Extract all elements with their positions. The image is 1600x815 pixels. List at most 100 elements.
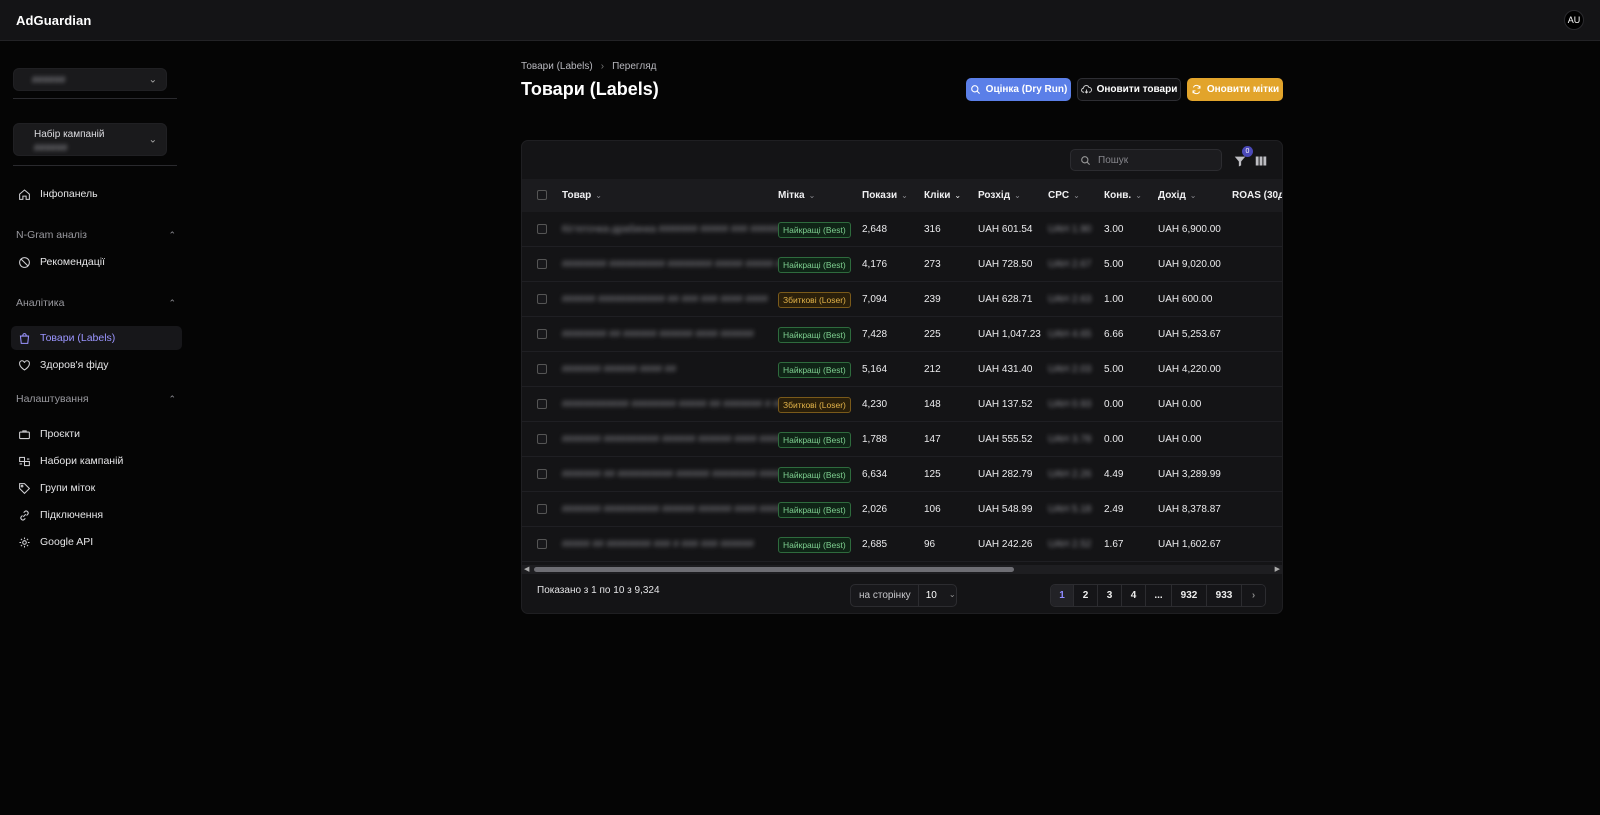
cpc-cell: UAH 5.18 — [1048, 504, 1092, 515]
product-name[interactable]: ####### ########## ###### ###### #### ##… — [562, 434, 787, 445]
column-clicks[interactable]: Кліки ⌄ — [924, 179, 961, 212]
table-row[interactable]: ####### ###### #### ## Найкращі (Best) 5… — [522, 352, 1282, 387]
cpc-cell: UAH 4.65 — [1048, 329, 1092, 340]
campaign-set-select[interactable]: Набір кампаній ###### ⌄ — [13, 123, 167, 156]
refresh-labels-label: Оновити мітки — [1206, 84, 1280, 95]
product-name[interactable]: Кігтеточка-драбинка ####### ##### ### ##… — [562, 224, 784, 235]
column-revenue[interactable]: Дохід ⌄ — [1158, 179, 1197, 212]
sidebar-item-campaign-sets[interactable]: Набори кампаній — [11, 449, 182, 473]
sidebar-item-label: Здоров'я фіду — [40, 359, 109, 371]
table-row[interactable]: ####### ########## ###### ###### #### ##… — [522, 422, 1282, 457]
row-checkbox[interactable] — [537, 294, 547, 304]
table-row[interactable]: ###### ############ ## ### ### #### ####… — [522, 282, 1282, 317]
column-label: Покази — [862, 190, 898, 201]
table-row[interactable]: Кігтеточка-драбинка ####### ##### ### ##… — [522, 212, 1282, 247]
column-roas[interactable]: ROAS (30д) — [1232, 179, 1282, 212]
page-button-1[interactable]: 1 — [1051, 585, 1074, 606]
section-title-analytics[interactable]: Аналітика ⌃ — [16, 297, 176, 309]
page-button-4[interactable]: 4 — [1122, 585, 1146, 606]
table-row[interactable]: ####### ########## ###### ###### #### ##… — [522, 492, 1282, 527]
row-checkbox[interactable] — [537, 504, 547, 514]
conversions-cell: 5.00 — [1104, 364, 1124, 375]
row-checkbox[interactable] — [537, 329, 547, 339]
clicks-cell: 316 — [924, 224, 941, 235]
table-row[interactable]: ####### ## ########## ###### ######## ##… — [522, 457, 1282, 492]
search-input[interactable] — [1098, 154, 1208, 166]
sidebar-item-products[interactable]: Товари (Labels) — [11, 326, 182, 350]
refresh-labels-button[interactable]: Оновити мітки — [1187, 78, 1283, 101]
row-checkbox[interactable] — [537, 539, 547, 549]
chevron-up-icon: ⌃ — [168, 393, 176, 404]
column-conversions[interactable]: Конв. ⌄ — [1104, 179, 1142, 212]
product-name[interactable]: ############ ######## ##### ## ####### #… — [562, 399, 784, 410]
section-title-settings[interactable]: Налаштування ⌃ — [16, 393, 176, 405]
sidebar-item-recommendations[interactable]: Рекомендації — [11, 250, 182, 274]
chevron-up-icon: ⌃ — [168, 229, 176, 240]
sidebar-item-connections[interactable]: Підключення — [11, 503, 182, 527]
column-spend[interactable]: Розхід ⌄ — [978, 179, 1021, 212]
row-checkbox[interactable] — [537, 224, 547, 234]
refresh-products-button[interactable]: Оновити товари — [1077, 78, 1181, 101]
table-row[interactable]: ######## ########## ######## ##### #####… — [522, 247, 1282, 282]
search-box[interactable] — [1070, 149, 1222, 171]
sidebar-item-label: Групи міток — [40, 482, 96, 494]
table-row[interactable]: ############ ######## ##### ## ####### #… — [522, 387, 1282, 422]
clicks-cell: 106 — [924, 504, 941, 515]
horizontal-scrollbar[interactable]: ◀ ▶ — [522, 565, 1282, 574]
row-checkbox[interactable] — [537, 469, 547, 479]
product-name[interactable]: ####### ## ########## ###### ######## ##… — [562, 469, 782, 480]
product-name[interactable]: ######## ## ###### ###### #### ###### — [562, 329, 754, 340]
product-name[interactable]: ######## ########## ######## ##### #####… — [562, 259, 793, 270]
columns-icon[interactable] — [1255, 155, 1267, 167]
product-name[interactable]: ##### ## ######## ### # ### ### ###### — [562, 539, 754, 550]
table-row[interactable]: ##### ## ######## ### # ### ### ###### Н… — [522, 527, 1282, 562]
conversions-cell: 0.00 — [1104, 399, 1124, 410]
top-bar: AdGuardian AU — [0, 0, 1600, 41]
sidebar-item-label-groups[interactable]: Групи міток — [11, 476, 182, 500]
page-button-2[interactable]: 2 — [1074, 585, 1098, 606]
gear-icon — [19, 536, 30, 548]
row-checkbox[interactable] — [537, 259, 547, 269]
scrollbar-thumb[interactable] — [534, 567, 1014, 572]
row-checkbox[interactable] — [537, 434, 547, 444]
breadcrumb-parent[interactable]: Товари (Labels) — [521, 61, 593, 72]
scroll-left-icon[interactable]: ◀ — [524, 565, 529, 573]
user-avatar[interactable]: AU — [1564, 10, 1584, 30]
product-name[interactable]: ###### ############ ## ### ### #### #### — [562, 294, 768, 305]
column-label: Конв. — [1104, 190, 1132, 201]
sidebar-item-projects[interactable]: Проєкти — [11, 422, 182, 446]
page-button-932[interactable]: 932 — [1172, 585, 1207, 606]
per-page-select[interactable]: на сторінку 10 ⌄ — [850, 584, 957, 607]
section-title-ngram[interactable]: N-Gram аналіз ⌃ — [16, 229, 176, 241]
product-name[interactable]: ####### ###### #### ## — [562, 364, 676, 375]
link-icon — [20, 510, 29, 520]
label-badge: Найкращі (Best) — [778, 221, 851, 238]
breadcrumb: Товари (Labels) › Перегляд — [521, 61, 656, 72]
next-page-button[interactable]: › — [1242, 585, 1265, 606]
sidebar-item-dashboard[interactable]: Інфопанель — [11, 182, 182, 206]
page-button-3[interactable]: 3 — [1098, 585, 1122, 606]
spend-cell: UAH 1,047.23 — [978, 329, 1041, 340]
sidebar-item-google-api[interactable]: Google API — [11, 530, 182, 554]
spend-cell: UAH 728.50 — [978, 259, 1033, 270]
sidebar-item-feed-health[interactable]: Здоров'я фіду — [11, 353, 182, 377]
column-product[interactable]: Товар ⌄ — [562, 179, 602, 212]
page-button-933[interactable]: 933 — [1207, 585, 1242, 606]
select-all-checkbox[interactable] — [537, 190, 547, 200]
project-select[interactable]: ###### ⌄ — [13, 68, 167, 91]
column-cpc[interactable]: CPC ⌄ — [1048, 179, 1080, 212]
row-checkbox[interactable] — [537, 399, 547, 409]
spend-cell: UAH 628.71 — [978, 294, 1033, 305]
impressions-cell: 7,428 — [862, 329, 888, 340]
scroll-right-icon[interactable]: ▶ — [1275, 565, 1280, 573]
column-label: Дохід — [1158, 190, 1186, 201]
column-impressions[interactable]: Покази ⌄ — [862, 179, 908, 212]
column-label-tag[interactable]: Мітка ⌄ — [778, 179, 815, 212]
table-row[interactable]: ######## ## ###### ###### #### ###### На… — [522, 317, 1282, 352]
per-page-label: на сторінку — [851, 585, 919, 606]
brand-logo[interactable]: AdGuardian — [16, 13, 91, 28]
sidebar-item-label: Підключення — [40, 509, 104, 521]
product-name[interactable]: ####### ########## ###### ###### #### ##… — [562, 504, 787, 515]
dry-run-button[interactable]: Оцінка (Dry Run) — [966, 78, 1071, 101]
row-checkbox[interactable] — [537, 364, 547, 374]
